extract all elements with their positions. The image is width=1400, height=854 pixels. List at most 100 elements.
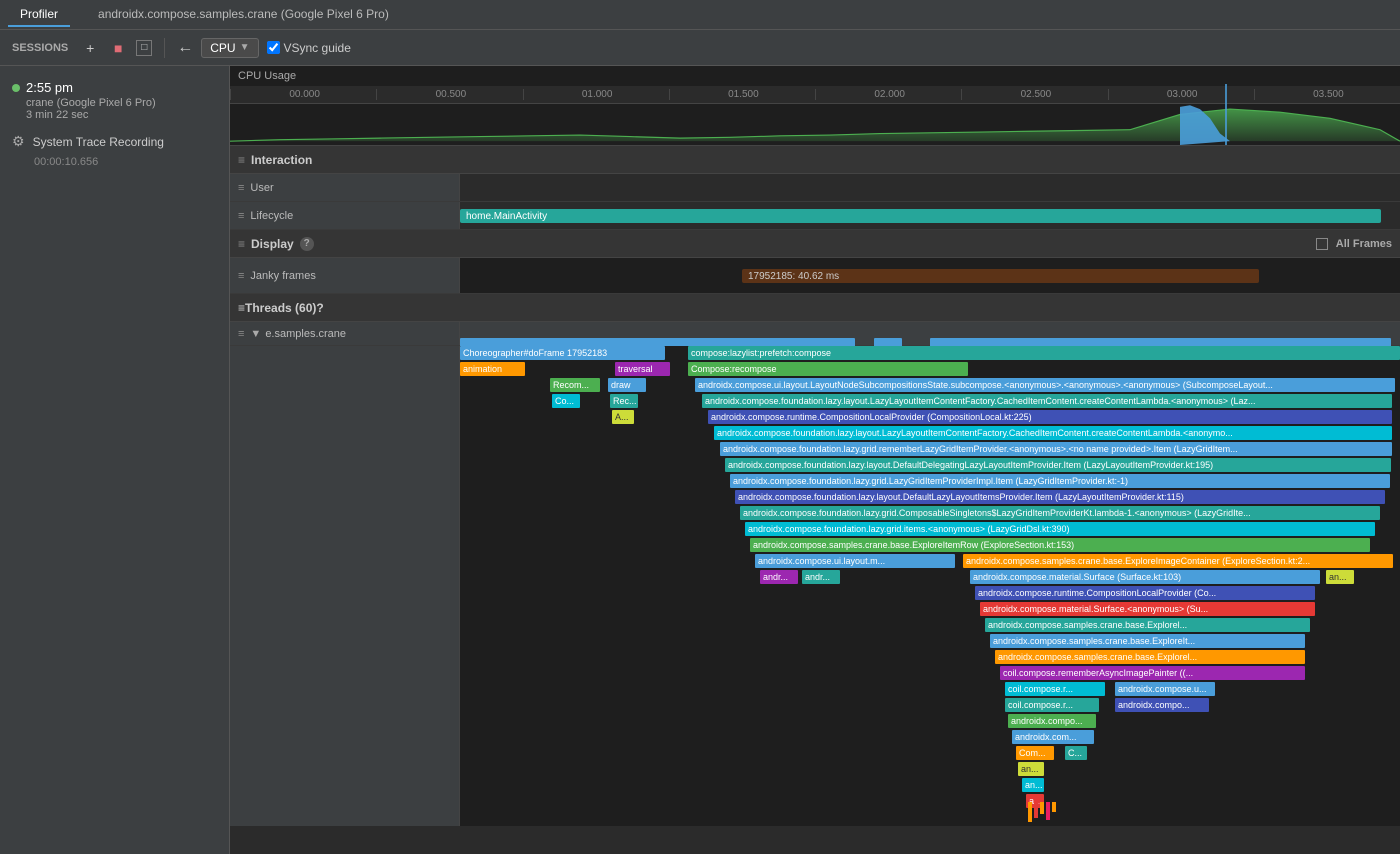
display-menu-icon[interactable]: ≡: [238, 237, 245, 251]
time-cursor: [1225, 84, 1227, 145]
flame-coil-r1[interactable]: coil.compose.r...: [1005, 682, 1105, 696]
vsync-checkbox[interactable]: [267, 41, 280, 54]
flame-compositionlocal2[interactable]: androidx.compose.runtime.CompositionLoca…: [975, 586, 1315, 600]
flame-c-small[interactable]: C...: [1065, 746, 1087, 760]
all-frames-toggle[interactable]: All Frames: [1316, 238, 1392, 250]
add-session-button[interactable]: +: [80, 38, 100, 58]
flame-defaultdelegate[interactable]: androidx.compose.foundation.lazy.layout.…: [725, 458, 1391, 472]
flame-tiny-bar4: [1046, 802, 1050, 820]
tick-4: 02.000: [815, 89, 961, 100]
flame-choreographer[interactable]: Choreographer#doFrame 17952183: [460, 346, 665, 360]
flame-com-small[interactable]: Com...: [1016, 746, 1054, 760]
content-area: CPU Usage 00.000 00.500 01.000 01.500 02…: [230, 66, 1400, 854]
flame-exploreitemrow[interactable]: androidx.compose.samples.crane.base.Expl…: [750, 538, 1370, 552]
flame-rec[interactable]: Rec...: [610, 394, 638, 408]
gear-icon: ⚙: [12, 133, 25, 150]
flame-compose-recompose[interactable]: Compose:recompose: [688, 362, 968, 376]
flame-rememberlazygrid[interactable]: androidx.compose.foundation.lazy.grid.re…: [720, 442, 1392, 456]
display-info-icon[interactable]: ?: [300, 237, 314, 251]
session-time: 2:55 pm: [12, 80, 217, 95]
flame-lazygriditems[interactable]: androidx.compose.foundation.lazy.grid.it…: [745, 522, 1375, 536]
flame-uilayout-m[interactable]: androidx.compose.ui.layout.m...: [755, 554, 955, 568]
recording-indicator: [12, 84, 20, 92]
thread-menu-icon[interactable]: ≡: [238, 328, 244, 340]
flame-coil-remember[interactable]: coil.compose.rememberAsyncImagePainter (…: [1000, 666, 1305, 680]
all-frames-checkbox[interactable]: [1316, 238, 1328, 250]
flame-exploreimage[interactable]: androidx.compose.samples.crane.base.Expl…: [963, 554, 1393, 568]
flame-layoutnode[interactable]: androidx.compose.ui.layout.LayoutNodeSub…: [695, 378, 1395, 392]
record-button[interactable]: □: [136, 40, 152, 56]
interaction-menu-icon[interactable]: ≡: [238, 153, 245, 167]
lifecycle-track-row: ≡ Lifecycle home.MainActivity: [230, 202, 1400, 230]
flame-coil-r2[interactable]: coil.compose.r...: [1005, 698, 1099, 712]
flame-lazygriditemprovider[interactable]: androidx.compose.foundation.lazy.grid.La…: [730, 474, 1390, 488]
flame-compositionlocal[interactable]: androidx.compose.runtime.CompositionLoca…: [708, 410, 1392, 424]
toolbar-divider: [164, 38, 165, 58]
flame-compose-compo2[interactable]: androidx.compo...: [1008, 714, 1096, 728]
flame-cacheditem[interactable]: androidx.compose.foundation.lazy.layout.…: [714, 426, 1392, 440]
lifecycle-bar-label: home.MainActivity: [466, 211, 547, 222]
threads-menu-icon[interactable]: ≡: [238, 301, 245, 315]
user-menu-icon[interactable]: ≡: [238, 182, 244, 194]
flame-exploreit[interactable]: androidx.compose.samples.crane.base.Expl…: [990, 634, 1305, 648]
flame-chart[interactable]: Choreographer#doFrame 17952183 compose:l…: [460, 346, 1400, 826]
cpu-selector[interactable]: CPU ▼: [201, 38, 258, 58]
trace-label: System Trace Recording: [33, 135, 164, 149]
flame-explorel2[interactable]: androidx.compose.samples.crane.base.Expl…: [995, 650, 1305, 664]
interaction-label: Interaction: [251, 153, 312, 167]
flame-a[interactable]: A...: [612, 410, 634, 424]
vsync-checkbox-label[interactable]: VSync guide: [267, 41, 351, 55]
display-section-header: ≡ Display ? All Frames: [230, 230, 1400, 258]
flame-tiny-bar3: [1040, 802, 1044, 814]
flame-draw[interactable]: draw: [608, 378, 646, 392]
flame-traversal[interactable]: traversal: [615, 362, 670, 376]
vsync-label: VSync guide: [284, 41, 351, 55]
lifecycle-bar[interactable]: home.MainActivity: [460, 209, 1381, 223]
flame-lazylayout-factory[interactable]: androidx.compose.foundation.lazy.layout.…: [702, 394, 1392, 408]
thread-label-cell: ≡ ▼ e.samples.crane: [230, 322, 460, 345]
trace-label-container: System Trace Recording: [33, 135, 164, 149]
expand-thread-icon[interactable]: ▼: [250, 328, 261, 340]
lifecycle-track-content: home.MainActivity: [460, 202, 1400, 229]
flame-compose-compo[interactable]: androidx.compo...: [1115, 698, 1209, 712]
flame-recom[interactable]: Recom...: [550, 378, 600, 392]
sections-area[interactable]: ≡ Interaction ≡ User ≡ Lifecycle: [230, 146, 1400, 854]
flame-an1[interactable]: an...: [1018, 762, 1044, 776]
trace-recording-item[interactable]: ⚙ System Trace Recording: [0, 127, 229, 156]
toolbar: SESSIONS + ■ □ ← CPU ▼ VSync guide: [0, 30, 1400, 66]
janky-bar[interactable]: 17952185: 40.62 ms: [742, 269, 1259, 283]
flame-andr2[interactable]: andr...: [802, 570, 840, 584]
flame-an2[interactable]: an...: [1022, 778, 1044, 792]
tick-0: 00.000: [230, 89, 376, 100]
flame-animation[interactable]: animation: [460, 362, 525, 376]
thread-name: e.samples.crane: [265, 328, 346, 340]
flame-compose-u[interactable]: androidx.compose.u...: [1115, 682, 1215, 696]
tick-1: 00.500: [376, 89, 522, 100]
tab-app[interactable]: androidx.compose.samples.crane (Google P…: [86, 3, 401, 27]
flame-lazylist[interactable]: compose:lazylist:prefetch:compose: [688, 346, 1400, 360]
flame-compose-com[interactable]: androidx.com...: [1012, 730, 1094, 744]
flame-chart-row: Choreographer#doFrame 17952183 compose:l…: [230, 346, 1400, 826]
flame-surface-anon[interactable]: androidx.compose.material.Surface.<anony…: [980, 602, 1315, 616]
lifecycle-label: Lifecycle: [250, 210, 293, 222]
sidebar: 2:55 pm crane (Google Pixel 6 Pro) 3 min…: [0, 66, 230, 854]
back-button[interactable]: ←: [177, 39, 193, 57]
flame-co[interactable]: Co...: [552, 394, 580, 408]
flame-andr1[interactable]: andr...: [760, 570, 798, 584]
flame-explorel1[interactable]: androidx.compose.samples.crane.base.Expl…: [985, 618, 1310, 632]
user-track-label: ≡ User: [230, 174, 460, 201]
chevron-down-icon: ▼: [240, 42, 250, 53]
flame-defaultlazylayout[interactable]: androidx.compose.foundation.lazy.layout.…: [735, 490, 1385, 504]
flame-composablesingletons[interactable]: androidx.compose.foundation.lazy.grid.Co…: [740, 506, 1380, 520]
interaction-section-header: ≡ Interaction: [230, 146, 1400, 174]
flame-material-surface[interactable]: androidx.compose.material.Surface (Surfa…: [970, 570, 1320, 584]
janky-menu-icon[interactable]: ≡: [238, 270, 244, 282]
flame-an-small[interactable]: an...: [1326, 570, 1354, 584]
tab-profiler[interactable]: Profiler: [8, 3, 70, 27]
threads-info-icon[interactable]: ?: [316, 301, 323, 315]
stop-button[interactable]: ■: [108, 38, 128, 58]
lifecycle-menu-icon[interactable]: ≡: [238, 210, 244, 222]
janky-track-label: ≡ Janky frames: [230, 258, 460, 293]
all-frames-label: All Frames: [1336, 238, 1392, 250]
tick-5: 02.500: [961, 89, 1107, 100]
